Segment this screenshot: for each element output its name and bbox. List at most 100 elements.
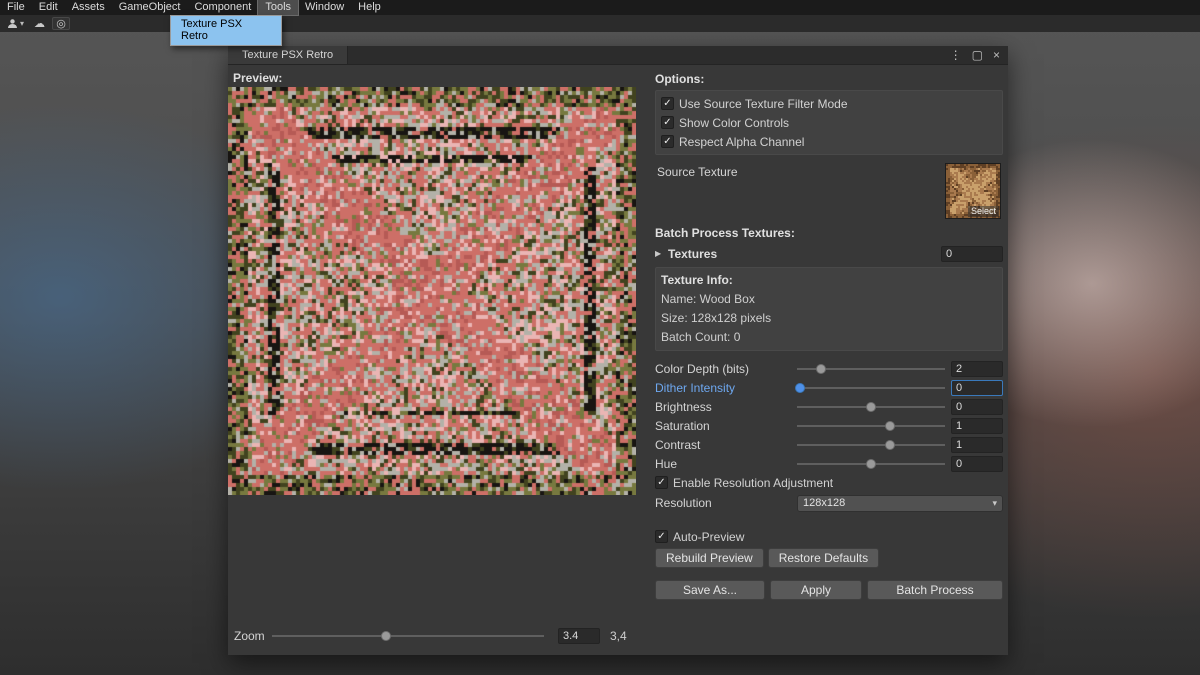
menu-bar: File Edit Assets GameObject Component To…	[0, 0, 1200, 15]
batch-process-button[interactable]: Batch Process	[867, 580, 1003, 600]
foldout-arrow-icon[interactable]: ▶	[655, 249, 668, 258]
cloud-button[interactable]: ☁	[31, 17, 48, 30]
dither-intensity-field[interactable]: 0	[951, 380, 1003, 396]
textures-foldout-row: ▶ Textures 0	[655, 244, 1003, 263]
menu-edit[interactable]: Edit	[32, 0, 65, 15]
slider-knob[interactable]	[885, 421, 895, 431]
tab-texture-psx-retro[interactable]: Texture PSX Retro	[228, 46, 348, 64]
resolution-label: Resolution	[655, 496, 797, 510]
slider-knob[interactable]	[866, 459, 876, 469]
chevron-down-icon: ▾	[20, 19, 24, 28]
checkbox-label: Respect Alpha Channel	[679, 135, 804, 149]
zoom-slider-knob[interactable]	[381, 631, 391, 641]
tools-dropdown-menu: Texture PSX Retro	[170, 15, 282, 46]
menu-item-texture-psx-retro[interactable]: Texture PSX Retro	[171, 16, 281, 45]
services-button[interactable]: ◎	[52, 17, 70, 30]
checkbox-row-auto-preview[interactable]: Auto-Preview	[655, 527, 1003, 546]
slider-knob[interactable]	[866, 402, 876, 412]
checkbox-label: Use Source Texture Filter Mode	[679, 97, 848, 111]
select-button[interactable]: Select	[968, 206, 999, 217]
brightness-field[interactable]: 0	[951, 399, 1003, 415]
texture-info-header: Texture Info:	[661, 271, 997, 290]
preview-canvas	[228, 87, 636, 495]
services-icon: ◎	[56, 17, 66, 30]
slider-label: Color Depth (bits)	[655, 362, 797, 376]
preview-label: Preview:	[233, 71, 282, 85]
texture-psx-retro-window: Texture PSX Retro ⋮ ▢ × Preview: Zoom 3.…	[228, 46, 1008, 655]
slider-row-saturation: Saturation 1	[655, 416, 1003, 435]
zoom-display-text: 3,4	[610, 629, 627, 643]
menu-component[interactable]: Component	[187, 0, 258, 15]
checkbox-icon[interactable]	[655, 476, 668, 489]
slider-knob[interactable]	[816, 364, 826, 374]
textures-foldout-label[interactable]: Textures	[668, 247, 941, 261]
cloud-icon: ☁	[34, 17, 45, 30]
saturation-field[interactable]: 1	[951, 418, 1003, 434]
contrast-slider[interactable]	[797, 437, 945, 453]
slider-row-color-depth: Color Depth (bits) 2	[655, 359, 1003, 378]
checkbox-row-color-controls[interactable]: Show Color Controls	[661, 113, 997, 132]
menu-assets[interactable]: Assets	[65, 0, 112, 15]
rebuild-preview-button[interactable]: Rebuild Preview	[655, 548, 764, 568]
save-as-button[interactable]: Save As...	[655, 580, 765, 600]
checkbox-icon[interactable]	[661, 135, 674, 148]
account-button[interactable]: ▾	[4, 17, 27, 30]
window-body: Preview: Zoom 3.4 3,4 Options: Use Sourc…	[228, 66, 1008, 655]
checkbox-label: Auto-Preview	[673, 530, 744, 544]
zoom-row: Zoom 3.4 3,4	[234, 627, 634, 645]
color-depth-slider[interactable]	[797, 361, 945, 377]
color-depth-field[interactable]: 2	[951, 361, 1003, 377]
menu-help[interactable]: Help	[351, 0, 388, 15]
saturation-slider[interactable]	[797, 418, 945, 434]
source-texture-picker[interactable]: Select	[945, 163, 1001, 219]
dither-intensity-slider[interactable]	[797, 380, 945, 396]
slider-label: Hue	[655, 457, 797, 471]
resolution-row: Resolution 128x128 ▾	[655, 493, 1003, 513]
checkbox-row-filter-mode[interactable]: Use Source Texture Filter Mode	[661, 94, 997, 113]
slider-row-dither-intensity: Dither Intensity 0	[655, 378, 1003, 397]
textures-count-field[interactable]: 0	[941, 246, 1003, 262]
restore-defaults-button[interactable]: Restore Defaults	[768, 548, 879, 568]
checkbox-icon[interactable]	[661, 116, 674, 129]
checkbox-icon[interactable]	[655, 530, 668, 543]
slider-row-contrast: Contrast 1	[655, 435, 1003, 454]
options-pane: Options: Use Source Texture Filter Mode …	[655, 69, 1003, 600]
resolution-value: 128x128	[803, 497, 845, 509]
zoom-slider-track	[272, 635, 544, 637]
zoom-slider[interactable]	[272, 628, 544, 644]
menu-tools[interactable]: Tools	[258, 0, 298, 15]
resolution-dropdown[interactable]: 128x128 ▾	[797, 495, 1003, 512]
slider-track	[797, 387, 945, 389]
checkbox-row-alpha-channel[interactable]: Respect Alpha Channel	[661, 132, 997, 151]
account-icon	[7, 18, 18, 29]
action-buttons-row: Save As... Apply Batch Process	[655, 580, 1003, 600]
maximize-icon[interactable]: ▢	[972, 48, 983, 62]
checkbox-icon[interactable]	[661, 97, 674, 110]
texture-info-panel: Texture Info: Name: Wood Box Size: 128x1…	[655, 267, 1003, 351]
menu-window[interactable]: Window	[298, 0, 351, 15]
texture-info-batch-count: Batch Count: 0	[661, 328, 997, 347]
texture-info-name: Name: Wood Box	[661, 290, 997, 309]
apply-button[interactable]: Apply	[770, 580, 862, 600]
checkbox-label: Enable Resolution Adjustment	[673, 476, 833, 490]
menu-gameobject[interactable]: GameObject	[112, 0, 188, 15]
slider-knob[interactable]	[795, 383, 805, 393]
kebab-menu-icon[interactable]: ⋮	[950, 48, 962, 62]
window-header: Texture PSX Retro ⋮ ▢ ×	[228, 46, 1008, 65]
zoom-label: Zoom	[234, 629, 272, 643]
slider-row-hue: Hue 0	[655, 454, 1003, 473]
options-header: Options:	[655, 72, 1003, 86]
hue-field[interactable]: 0	[951, 456, 1003, 472]
checkbox-row-resolution-adjustment[interactable]: Enable Resolution Adjustment	[655, 473, 1003, 492]
options-panel: Use Source Texture Filter Mode Show Colo…	[655, 90, 1003, 155]
zoom-value-field[interactable]: 3.4	[558, 628, 600, 644]
menu-file[interactable]: File	[0, 0, 32, 15]
hue-slider[interactable]	[797, 456, 945, 472]
slider-label: Saturation	[655, 419, 797, 433]
close-icon[interactable]: ×	[993, 48, 1000, 62]
slider-knob[interactable]	[885, 440, 895, 450]
source-texture-label: Source Texture	[657, 165, 738, 179]
brightness-slider[interactable]	[797, 399, 945, 415]
chevron-down-icon: ▾	[992, 498, 997, 509]
contrast-field[interactable]: 1	[951, 437, 1003, 453]
